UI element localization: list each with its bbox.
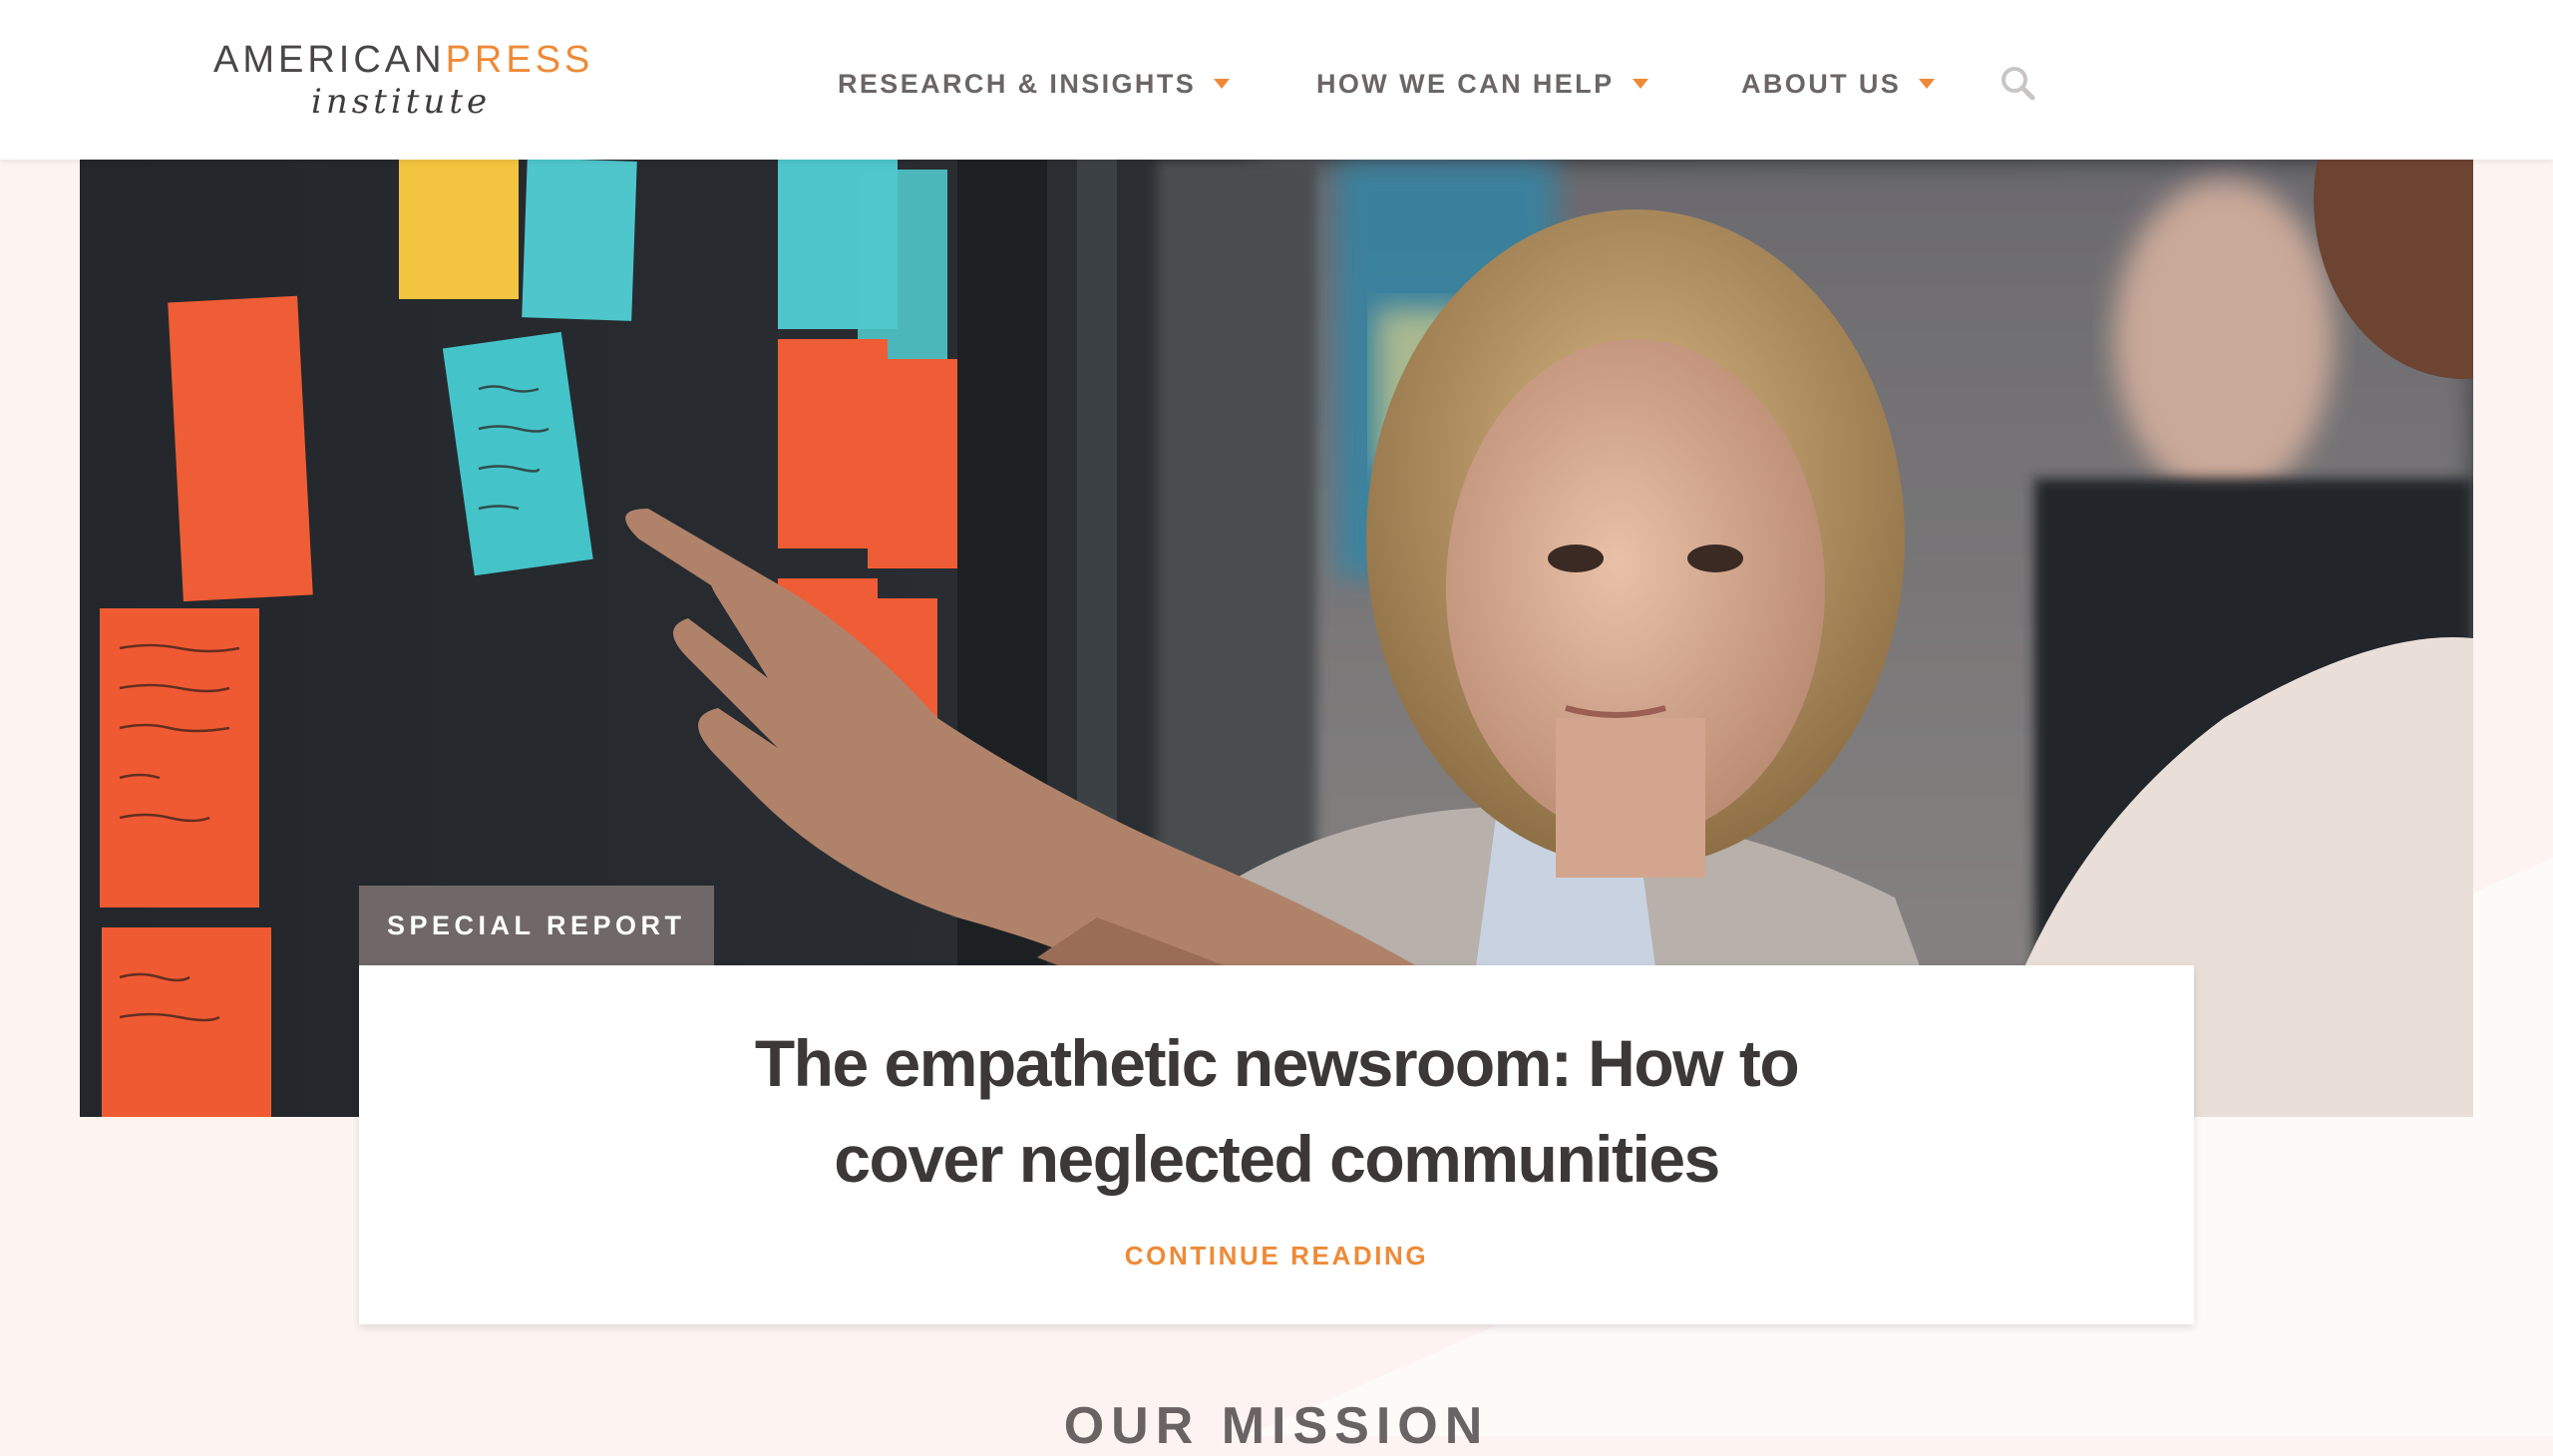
caret-down-icon [1214, 79, 1231, 89]
logo-press-text: PRESS [445, 39, 594, 81]
featured-article-title[interactable]: The empathetic newsroom: How to cover ne… [359, 1015, 2194, 1207]
nav-research-insights[interactable]: RESEARCH & INSIGHTS [838, 64, 1231, 104]
nav-how-we-can-help[interactable]: HOW WE CAN HELP [1316, 64, 1648, 104]
nav-research-insights-label: RESEARCH & INSIGHTS [838, 68, 1197, 99]
continue-reading-link[interactable]: CONTINUE READING [359, 1241, 2194, 1272]
search-button[interactable] [1999, 64, 2038, 104]
nav-about-us-label: ABOUT US [1741, 68, 1902, 99]
category-tag[interactable]: SPECIAL REPORT [359, 886, 714, 965]
site-header: AMERICANPRESS institute RESEARCH & INSIG… [0, 0, 2553, 160]
caret-down-icon [1632, 79, 1648, 89]
logo-institute-text: institute [311, 82, 492, 122]
caret-down-icon [1919, 79, 1936, 89]
mission-heading: OUR MISSION [1063, 1397, 1490, 1455]
nav-how-we-can-help-label: HOW WE CAN HELP [1316, 68, 1615, 99]
category-tag-label: SPECIAL REPORT [387, 910, 686, 940]
featured-article-card: The empathetic newsroom: How to cover ne… [359, 965, 2194, 1324]
logo-american-text: AMERICAN [213, 39, 446, 81]
search-icon [2002, 67, 2035, 101]
nav-about-us[interactable]: ABOUT US [1741, 64, 1936, 104]
logo-wordmark: AMERICANPRESS [213, 36, 593, 84]
site-logo[interactable]: AMERICANPRESS institute [213, 36, 592, 126]
